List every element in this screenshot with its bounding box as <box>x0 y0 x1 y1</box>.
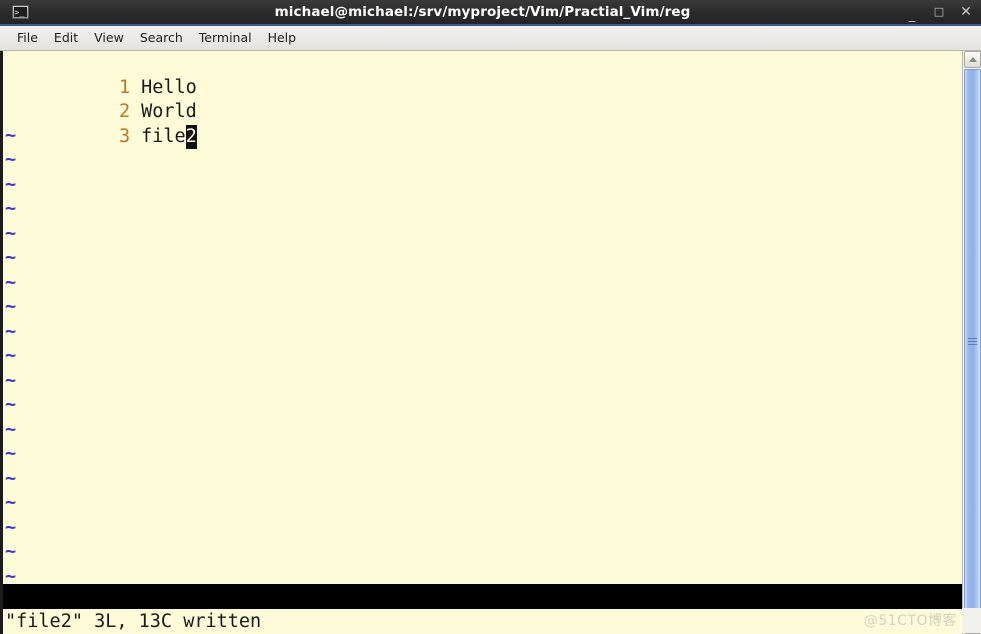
line-text: Hello <box>141 76 197 98</box>
app-icon-container <box>0 5 40 19</box>
menu-item-search[interactable]: Search <box>132 28 191 48</box>
terminal-window: michael@michael:/srv/myproject/Vim/Pract… <box>0 0 981 634</box>
empty-line-marker: ~ <box>3 345 962 370</box>
tilde-icon: ~ <box>5 124 17 146</box>
close-button[interactable]: ✕ <box>959 5 973 19</box>
scroll-up-button[interactable] <box>964 51 981 68</box>
tilde-icon: ~ <box>5 149 17 170</box>
line-number: 1 <box>118 76 131 98</box>
vim-command-line[interactable]: "file2" 3L, 13C written <box>3 609 962 634</box>
tilde-icon: ~ <box>5 345 17 366</box>
terminal-body[interactable]: 1 Hello 2 World 3 file2 ~ ~ ~ ~ ~ ~ ~ ~ ~ ~ ~ ~ ~ ~ ~ ~ ~ ~ ~… <box>0 51 981 634</box>
vim-status-line: file2 [+] 3,5 All <box>3 584 962 609</box>
line-text: file <box>141 125 186 147</box>
empty-line-marker: ~ <box>3 492 962 517</box>
empty-line-marker: ~ <box>3 272 962 297</box>
minimize-button[interactable]: _ <box>905 9 919 22</box>
tilde-icon: ~ <box>5 394 17 415</box>
line-number: 2 <box>118 101 131 122</box>
vim-text-area[interactable]: 1 Hello 2 World 3 file2 ~ ~ ~ ~ ~ ~ ~ ~ ~ ~ ~ ~ ~ ~ ~ ~ ~ ~ ~ <box>3 51 962 634</box>
empty-line-marker: ~ <box>3 198 962 223</box>
tilde-icon: ~ <box>5 467 17 489</box>
editor-line: 1 Hello <box>3 51 962 98</box>
menu-bar: File Edit View Search Terminal Help <box>0 26 981 51</box>
empty-line-markers: ~ ~ ~ ~ ~ ~ ~ ~ ~ ~ ~ ~ ~ ~ ~ ~ ~ ~ ~ <box>3 125 962 591</box>
tilde-icon: ~ <box>5 296 17 317</box>
empty-line-marker: ~ <box>3 419 962 444</box>
menu-item-file[interactable]: File <box>9 28 46 48</box>
empty-line-marker: ~ <box>3 296 962 321</box>
empty-line-marker: ~ <box>3 468 962 493</box>
tilde-icon: ~ <box>5 271 17 293</box>
tilde-icon: ~ <box>5 418 17 440</box>
empty-line-marker: ~ <box>3 321 962 346</box>
window-controls: _ □ ✕ <box>905 0 973 24</box>
tilde-icon: ~ <box>5 247 17 268</box>
tilde-icon: ~ <box>5 492 17 513</box>
empty-line-marker: ~ <box>3 394 962 419</box>
menu-item-edit[interactable]: Edit <box>46 28 86 48</box>
empty-line-marker: ~ <box>3 174 962 199</box>
window-title: michael@michael:/srv/myproject/Vim/Pract… <box>274 4 691 20</box>
scrollbar-thumb[interactable] <box>964 69 981 616</box>
tilde-icon: ~ <box>5 516 17 538</box>
vertical-scrollbar[interactable] <box>962 51 981 634</box>
tilde-icon: ~ <box>5 198 17 219</box>
empty-line-marker: ~ <box>3 517 962 542</box>
menu-item-terminal[interactable]: Terminal <box>191 28 260 48</box>
tilde-icon: ~ <box>5 443 17 464</box>
tilde-icon: ~ <box>5 320 17 342</box>
tilde-icon: ~ <box>5 369 17 391</box>
scrollbar-grip-icon <box>965 338 980 345</box>
empty-line-marker: ~ <box>3 370 962 395</box>
title-bar: michael@michael:/srv/myproject/Vim/Pract… <box>0 0 981 26</box>
empty-line-marker: ~ <box>3 247 962 272</box>
tilde-icon: ~ <box>5 222 17 244</box>
maximize-button[interactable]: □ <box>932 6 946 18</box>
line-number: 3 <box>118 125 131 147</box>
empty-line-marker: ~ <box>3 443 962 468</box>
menu-item-view[interactable]: View <box>86 28 132 48</box>
empty-line-marker: ~ <box>3 223 962 248</box>
tilde-icon: ~ <box>5 541 17 562</box>
line-text: World <box>141 101 197 122</box>
tilde-icon: ~ <box>5 173 17 195</box>
terminal-icon <box>11 5 29 19</box>
empty-line-marker: ~ <box>3 541 962 566</box>
chevron-up-icon <box>968 57 977 62</box>
text-cursor: 2 <box>185 124 197 149</box>
window-corner <box>962 608 981 633</box>
empty-line-marker: ~ <box>3 149 962 174</box>
menu-item-help[interactable]: Help <box>260 28 305 48</box>
